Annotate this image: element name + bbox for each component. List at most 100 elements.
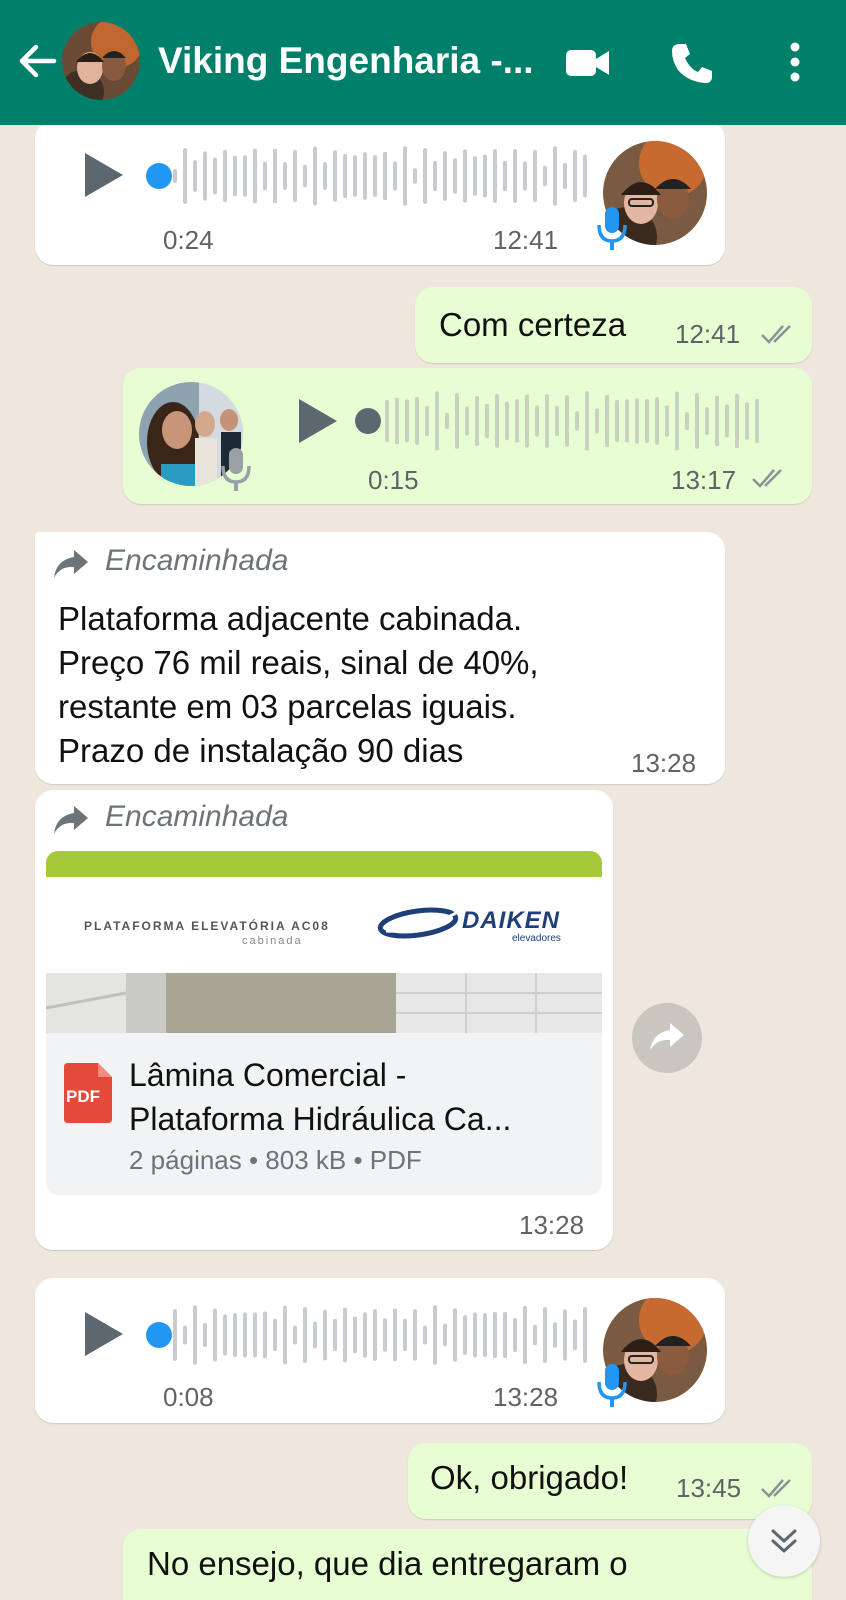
- waveform-bar: [473, 1312, 477, 1358]
- waveform-bar: [273, 148, 277, 204]
- waveform-bar: [645, 398, 649, 444]
- waveform-bar: [565, 395, 569, 447]
- document-card[interactable]: PLATAFORMA ELEVATÓRIA AC08 cabinada DAIK…: [46, 851, 602, 1195]
- video-call-icon[interactable]: [563, 38, 613, 88]
- waveform-bar: [715, 395, 719, 447]
- waveform-bar: [373, 154, 377, 198]
- contact-avatar[interactable]: [62, 22, 140, 100]
- chat-header: Viking Engenharia -...: [0, 0, 846, 125]
- waveform-bar: [263, 1311, 267, 1359]
- waveform-bar: [413, 1309, 417, 1361]
- message-time: 13:28: [519, 1210, 585, 1240]
- waveform-bar: [553, 1322, 557, 1348]
- scroll-to-bottom-button[interactable]: [748, 1505, 820, 1577]
- waveform-bar: [433, 1305, 437, 1365]
- waveform-bar: [213, 1308, 217, 1362]
- back-arrow-icon[interactable]: [14, 38, 60, 84]
- outgoing-text-message: Com certeza 12:41: [415, 287, 812, 363]
- waveform-bar: [313, 146, 317, 206]
- waveform-bar: [475, 395, 479, 447]
- waveform-bar: [583, 1307, 587, 1363]
- phone-icon[interactable]: [667, 38, 717, 88]
- outgoing-text-message: Ok, obrigado! 13:45: [408, 1443, 812, 1519]
- mic-icon: [221, 448, 251, 491]
- incoming-voice-message: 0:08 13:28: [35, 1278, 725, 1423]
- waveform-bar: [515, 399, 519, 443]
- waveform-bar: [353, 155, 357, 197]
- waveform-bar: [503, 1311, 507, 1359]
- message-text-line: Preço 76 mil reais, sinal de 40%,: [58, 644, 539, 681]
- waveform-bar: [595, 408, 599, 434]
- waveform-bar: [283, 162, 287, 190]
- message-text-line: Plataforma adjacente cabinada.: [58, 600, 523, 637]
- waveform-bar: [455, 393, 459, 449]
- waveform-bar: [495, 394, 499, 448]
- daiken-logo-icon: [377, 907, 459, 939]
- waveform-bar: [453, 1308, 457, 1362]
- waveform-bar: [415, 396, 419, 446]
- more-options-icon[interactable]: [770, 38, 820, 88]
- waveform-bar: [405, 399, 409, 443]
- waveform-bar: [555, 405, 559, 437]
- audio-waveform[interactable]: [143, 1302, 603, 1368]
- waveform-bar: [253, 148, 257, 204]
- waveform-bar: [745, 402, 749, 440]
- waveform-bar: [283, 1305, 287, 1365]
- waveform-bar: [393, 161, 397, 191]
- file-name-line: Lâmina Comercial -: [129, 1057, 407, 1093]
- play-icon[interactable]: [293, 397, 341, 445]
- waveform-bar: [465, 406, 469, 436]
- preview-green-band: [46, 851, 602, 877]
- waveform-bar: [533, 1324, 537, 1346]
- message-text: Com certeza: [439, 306, 627, 343]
- chat-area[interactable]: 0:24 12:41 Com certeza 12:41 0:15 13:17 …: [0, 125, 846, 1600]
- waveform-bar: [483, 1313, 487, 1357]
- play-icon[interactable]: [79, 1310, 127, 1358]
- message-time: 13:28: [493, 1382, 559, 1412]
- pdf-badge-label: PDF: [66, 1087, 100, 1106]
- message-time: 13:45: [676, 1473, 742, 1503]
- audio-waveform[interactable]: [355, 388, 775, 454]
- waveform-bar: [505, 401, 509, 441]
- chat-title[interactable]: Viking Engenharia -...: [158, 40, 534, 82]
- forward-icon: [650, 1023, 684, 1051]
- waveform-bar: [573, 1319, 577, 1351]
- read-receipt-icon: [761, 325, 791, 344]
- waveform-bar: [323, 162, 327, 190]
- waveform-bar: [303, 1307, 307, 1363]
- waveform-bar: [393, 1308, 397, 1362]
- document-preview[interactable]: PLATAFORMA ELEVATÓRIA AC08 cabinada DAIK…: [46, 851, 602, 1033]
- read-receipt-icon: [752, 469, 782, 488]
- double-chevron-down-icon: [771, 1529, 797, 1553]
- waveform-bar: [755, 398, 759, 444]
- waveform-bar: [233, 155, 237, 197]
- play-icon[interactable]: [79, 151, 127, 199]
- mic-icon: [597, 1364, 627, 1407]
- waveform-bar: [383, 151, 387, 201]
- share-forward-button[interactable]: [632, 1003, 702, 1073]
- waveform-bar: [725, 404, 729, 438]
- waveform-bar: [223, 1314, 227, 1356]
- mic-icon: [597, 207, 627, 250]
- waveform-bar: [545, 394, 549, 448]
- waveform-bar: [243, 1312, 247, 1358]
- waveform-bar: [433, 160, 437, 192]
- waveform-bar: [535, 405, 539, 437]
- waveform-bar: [353, 1316, 357, 1354]
- preview-photo: [46, 973, 602, 1033]
- preview-brand-tagline: elevadores: [512, 933, 561, 944]
- preview-heading: PLATAFORMA ELEVATÓRIA AC08: [84, 919, 330, 933]
- waveform-bar: [463, 1315, 467, 1355]
- waveform-bar: [625, 399, 629, 443]
- waveform-bar: [223, 149, 227, 203]
- message-time: 12:41: [675, 319, 741, 349]
- waveform-bar: [573, 149, 577, 203]
- waveform-bar: [685, 411, 689, 431]
- message-time: 12:41: [493, 225, 559, 255]
- forwarded-label: Encaminhada: [105, 544, 289, 577]
- waveform-bar: [403, 1318, 407, 1352]
- file-meta: 2 páginas • 803 kB • PDF: [129, 1145, 422, 1175]
- incoming-document-message: Encaminhada PLATAFORMA ELEVATÓRIA AC08 c…: [35, 790, 613, 1250]
- audio-waveform[interactable]: [143, 143, 603, 209]
- waveform-bar: [655, 397, 659, 445]
